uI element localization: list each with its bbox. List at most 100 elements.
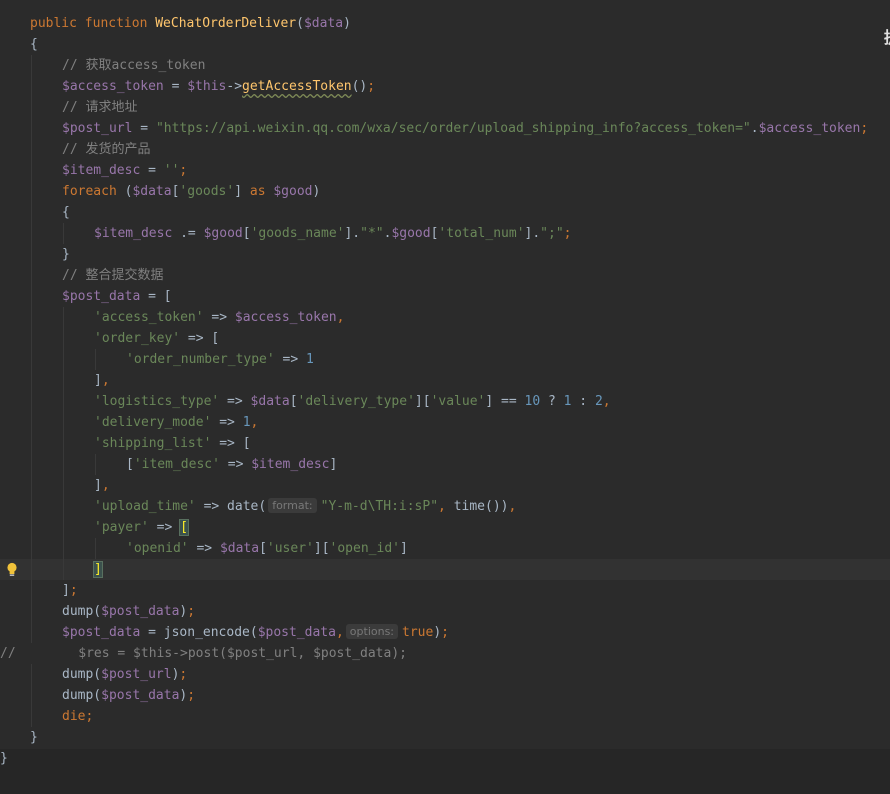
code-line[interactable]: } (0, 244, 890, 265)
code-line[interactable]: dump($post_data); (0, 601, 890, 622)
code-token: 1 (242, 415, 251, 430)
code-token: $item_desc (251, 457, 330, 472)
indent-guide (31, 475, 32, 496)
code-token: , (438, 499, 454, 514)
code-line[interactable]: // $res = $this->post($post_url, $post_d… (0, 643, 890, 664)
code-text: $post_url = "https://api.weixin.qq.com/w… (62, 118, 868, 139)
code-token: } (62, 247, 70, 262)
code-line[interactable]: 'payer' => [ (0, 517, 890, 538)
code-line[interactable]: 'shipping_list' => [ (0, 433, 890, 454)
code-text: 'order_number_type' => 1 (126, 349, 314, 370)
code-token: 'item_desc' (133, 457, 220, 472)
code-line[interactable]: dump($post_data); (0, 685, 890, 706)
code-line[interactable]: $post_url = "https://api.weixin.qq.com/w… (0, 118, 890, 139)
code-token: dump( (62, 604, 102, 619)
code-token: 'delivery_type' (297, 394, 415, 409)
code-token: 'order_key' (94, 331, 181, 346)
code-token: => [ (211, 436, 251, 451)
code-text: dump($post_url); (62, 664, 187, 685)
code-token: = (163, 79, 188, 94)
code-text: ]; (62, 580, 78, 601)
indent-guide (31, 265, 32, 286)
code-line[interactable]: 'delivery_mode' => 1, (0, 412, 890, 433)
code-token: ";" (540, 226, 564, 241)
code-token: ] (94, 373, 102, 388)
indent-guide (31, 391, 32, 412)
code-line[interactable]: $post_data = json_encode($post_data, opti… (0, 622, 890, 643)
code-editor[interactable]: public function WeChatOrderDeliver($data… (0, 0, 890, 794)
code-token: 'order_number_type' (126, 352, 275, 367)
code-line[interactable]: die; (0, 706, 890, 727)
code-text: 'logistics_type' => $data['delivery_type… (94, 391, 611, 412)
code-token: ; (69, 583, 78, 598)
indent-guide (31, 559, 32, 580)
code-line[interactable]: } (0, 727, 890, 748)
code-token: die; (62, 709, 94, 724)
code-token: ; (860, 121, 869, 136)
code-line[interactable]: // 获取access_token (0, 55, 890, 76)
code-line[interactable]: 'openid' => $data['user']['open_id'] (0, 538, 890, 559)
code-token: [ (242, 226, 251, 241)
code-token: => (274, 352, 307, 367)
code-token-warning: getAccessToken (242, 79, 352, 94)
code-token: ][ (313, 541, 330, 556)
code-token: 'upload_time' (94, 499, 196, 514)
code-line[interactable]: ] (0, 559, 890, 580)
code-line[interactable]: ['item_desc' => $item_desc] (0, 454, 890, 475)
indent-guide (31, 433, 32, 454)
code-line[interactable]: // 发货的产品 (0, 139, 890, 160)
code-token: $post_data (101, 604, 180, 619)
code-line[interactable]: ], (0, 370, 890, 391)
code-text: 'delivery_mode' => 1, (94, 412, 258, 433)
code-line[interactable]: { (0, 202, 890, 223)
code-line[interactable]: public function WeChatOrderDeliver($data… (0, 13, 890, 34)
code-line[interactable]: 'order_number_type' => 1 (0, 349, 890, 370)
indent-guide (31, 223, 32, 244)
code-line[interactable]: ]; (0, 580, 890, 601)
code-token: [ (289, 394, 298, 409)
indent-guide (63, 517, 64, 538)
code-token: 1 (306, 352, 314, 367)
code-line[interactable]: // 整合提交数据 (0, 265, 890, 286)
code-line[interactable]: 'upload_time' => date(format: "Y-m-d\TH:i… (0, 496, 890, 517)
code-token: ]. (344, 226, 361, 241)
code-token: ][ (414, 394, 431, 409)
code-token: "https://api.weixin.qq.com/wxa/sec/order… (155, 121, 751, 136)
code-token: , (250, 415, 259, 430)
code-line[interactable]: dump($post_url); (0, 664, 890, 685)
code-line[interactable]: ], (0, 475, 890, 496)
indent-guide (31, 580, 32, 601)
code-token: $good (391, 226, 431, 241)
indent-guide (95, 454, 96, 475)
code-token: ; (367, 79, 376, 94)
code-token: => (219, 457, 252, 472)
code-line[interactable]: $item_desc .= $good['goods_name']."*".$g… (0, 223, 890, 244)
code-text: public function WeChatOrderDeliver($data… (30, 13, 351, 34)
code-line[interactable]: $access_token = $this->getAccessToken(); (0, 76, 890, 97)
indent-guide (63, 412, 64, 433)
indent-guide (63, 496, 64, 517)
code-text: ] (93, 559, 103, 580)
code-token: [ (126, 457, 134, 472)
code-line[interactable]: { (0, 34, 890, 55)
code-line[interactable]: $post_data = [ (0, 286, 890, 307)
code-token: $good (273, 184, 313, 199)
indent-guide (31, 181, 32, 202)
indent-guide (31, 538, 32, 559)
parameter-hint: options: (345, 624, 399, 639)
code-token: 'logistics_type' (94, 394, 220, 409)
code-line[interactable]: } (0, 748, 890, 769)
code-token: } (0, 751, 8, 766)
code-line[interactable]: 'order_key' => [ (0, 328, 890, 349)
code-line[interactable]: 'access_token' => $access_token, (0, 307, 890, 328)
code-token: $access_token (234, 310, 337, 325)
code-line[interactable]: $item_desc = ''; (0, 160, 890, 181)
indent-guide (31, 706, 32, 727)
code-token: $data (132, 184, 172, 199)
code-line[interactable]: foreach ($data['goods'] as $good) (0, 181, 890, 202)
indent-guide (31, 517, 32, 538)
edge-glyph: 提 (884, 24, 890, 48)
code-line[interactable]: 'logistics_type' => $data['delivery_type… (0, 391, 890, 412)
code-line[interactable]: // 请求地址 (0, 97, 890, 118)
lightbulb-icon[interactable] (5, 562, 19, 577)
